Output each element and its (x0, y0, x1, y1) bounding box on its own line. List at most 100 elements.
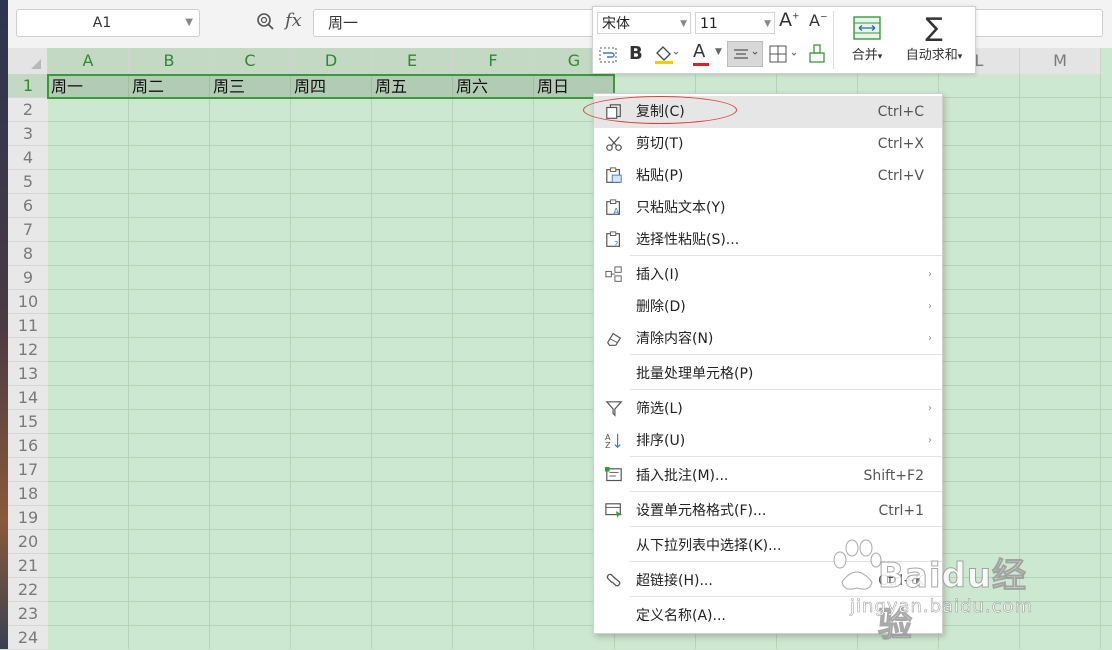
cell-b1[interactable]: 周二 (129, 76, 210, 98)
row-header-3[interactable]: 3 (8, 122, 48, 146)
wrap-text-icon[interactable] (598, 45, 618, 65)
row-header-18[interactable]: 18 (8, 482, 48, 506)
row-header-10[interactable]: 10 (8, 290, 48, 314)
cell-e1[interactable]: 周五 (372, 76, 453, 98)
align-center-icon (734, 49, 758, 59)
paste-icon (606, 167, 622, 183)
font-size-select[interactable]: 11 ▼ (695, 12, 775, 34)
menu-item-item-8[interactable]: 批量处理单元格(P) (594, 358, 942, 390)
column-header-d[interactable]: D (291, 48, 372, 74)
chevron-right-icon: › (928, 435, 932, 446)
row-header-2[interactable]: 2 (8, 98, 48, 122)
name-box-dropdown-icon[interactable]: ▼ (185, 10, 193, 36)
chevron-right-icon: › (928, 333, 932, 344)
fill-color-icon[interactable] (653, 43, 679, 65)
menu-item-label: 清除内容(N) (636, 331, 714, 347)
menu-item-label: 排序(U) (636, 433, 686, 449)
row-header-9[interactable]: 9 (8, 266, 48, 290)
svg-text:Z: Z (605, 440, 611, 450)
insert-icon (605, 266, 622, 282)
mini-toolbar: 宋体 ▼ 11 ▼ A+ A− B A ▼ 合并▾ ∑ 自动求和▾ (592, 6, 976, 74)
menu-item-label: 剪切(T) (636, 136, 684, 152)
menu-item-scissors[interactable]: 剪切(T) Ctrl+X (594, 128, 942, 160)
bold-button[interactable]: B (629, 43, 643, 64)
menu-item-shortcut: Ctrl+C (877, 104, 924, 120)
row-header-20[interactable]: 20 (8, 530, 48, 554)
merge-label: 合并 (851, 48, 878, 63)
autosum-button[interactable]: ∑ 自动求和▾ (897, 11, 971, 69)
row-header-5[interactable]: 5 (8, 170, 48, 194)
toolbar-divider (833, 11, 834, 69)
row-header-4[interactable]: 4 (8, 146, 48, 170)
menu-item-format-cells[interactable]: 设置单元格格式(F)... Ctrl+1 (594, 495, 942, 527)
cell-d1[interactable]: 周四 (291, 76, 372, 98)
align-center-button[interactable] (727, 41, 763, 67)
font-color-swatch (693, 63, 709, 66)
svg-text:?: ? (614, 239, 618, 249)
row-header-22[interactable]: 22 (8, 578, 48, 602)
column-header-f[interactable]: F (453, 48, 534, 74)
menu-item-label: 设置单元格格式(F)... (636, 503, 767, 519)
menu-item-insert[interactable]: 插入(I) › (594, 259, 942, 291)
menu-item-item-6[interactable]: 删除(D) › (594, 291, 942, 323)
menu-item-filter[interactable]: 筛选(L) › (594, 393, 942, 425)
menu-item-eraser[interactable]: 清除内容(N) › (594, 323, 942, 355)
chevron-right-icon: › (928, 301, 932, 312)
font-name-select[interactable]: 宋体 ▼ (597, 12, 691, 34)
font-color-glyph: A (693, 41, 706, 62)
row-header-19[interactable]: 19 (8, 506, 48, 530)
decrease-font-button[interactable]: A− (809, 11, 828, 30)
name-box-value: A1 (92, 15, 112, 31)
row-header-1[interactable]: 1 (8, 74, 48, 98)
menu-item-label: 选择性粘贴(S)... (636, 232, 740, 248)
menu-item-paste[interactable]: 粘贴(P) Ctrl+V (594, 160, 942, 192)
row-header-24[interactable]: 24 (8, 626, 48, 650)
sigma-icon: ∑ (925, 13, 943, 43)
merge-arrow: ▾ (877, 52, 883, 62)
menu-item-comment[interactable]: 插入批注(M)... Shift+F2 (594, 460, 942, 492)
cell-a1[interactable]: 周一 (48, 76, 129, 98)
increase-font-button[interactable]: A+ (779, 9, 800, 31)
sort-icon: AZ (605, 432, 621, 450)
row-header-8[interactable]: 8 (8, 242, 48, 266)
select-all-corner[interactable] (8, 48, 48, 74)
row-header-23[interactable]: 23 (8, 602, 48, 626)
row-header-7[interactable]: 7 (8, 218, 48, 242)
column-header-e[interactable]: E (372, 48, 453, 74)
row-header-17[interactable]: 17 (8, 458, 48, 482)
font-color-button[interactable]: A (693, 41, 709, 66)
menu-item-label: 插入批注(M)... (636, 468, 729, 484)
format-painter-icon[interactable] (807, 43, 827, 65)
merge-button[interactable]: 合并▾ (839, 11, 895, 69)
watermark: Baidu经验 jingyan.baidu.com (830, 530, 1060, 646)
increase-font-glyph: A (779, 9, 792, 31)
row-header-16[interactable]: 16 (8, 434, 48, 458)
row-header-12[interactable]: 12 (8, 338, 48, 362)
row-header-11[interactable]: 11 (8, 314, 48, 338)
row-header-21[interactable]: 21 (8, 554, 48, 578)
comment-icon (605, 467, 622, 482)
row-header-6[interactable]: 6 (8, 194, 48, 218)
zoom-icon[interactable] (256, 12, 274, 30)
row-header-15[interactable]: 15 (8, 410, 48, 434)
column-header-a[interactable]: A (48, 48, 129, 74)
column-header-b[interactable]: B (129, 48, 210, 74)
border-icon[interactable] (768, 43, 802, 65)
name-box[interactable]: A1 ▼ (16, 9, 200, 37)
column-header-m[interactable]: M (1020, 48, 1101, 74)
scissors-icon (606, 136, 622, 151)
column-header-c[interactable]: C (210, 48, 291, 74)
row-header-13[interactable]: 13 (8, 362, 48, 386)
filter-icon (605, 401, 623, 417)
cell-f1[interactable]: 周六 (453, 76, 534, 98)
menu-item-paste-text[interactable]: A 只粘贴文本(Y) (594, 192, 942, 224)
svg-text:A: A (613, 207, 620, 217)
menu-item-paste-special[interactable]: ? 选择性粘贴(S)... (594, 224, 942, 256)
menu-item-sort[interactable]: A Z 排序(U) › (594, 425, 942, 457)
menu-item-label: 从下拉列表中选择(K)... (636, 538, 782, 554)
chevron-down-icon[interactable]: ▼ (715, 47, 722, 57)
row-header-14[interactable]: 14 (8, 386, 48, 410)
cell-c1[interactable]: 周三 (210, 76, 291, 98)
function-icon[interactable]: fx (285, 10, 302, 31)
menu-item-label: 插入(I) (636, 267, 680, 283)
